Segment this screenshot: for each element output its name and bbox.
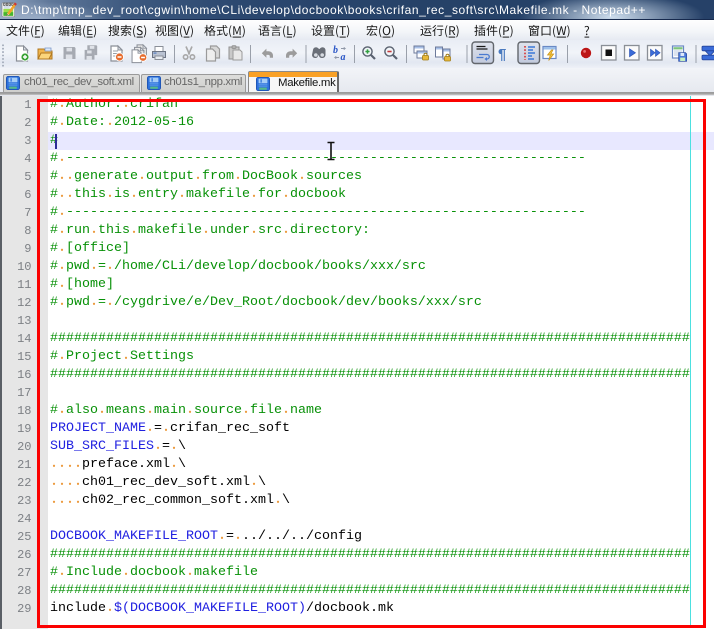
svg-text:¶: ¶ [498, 46, 506, 63]
svg-text:b: b [333, 45, 338, 56]
svg-text:a: a [341, 52, 346, 63]
